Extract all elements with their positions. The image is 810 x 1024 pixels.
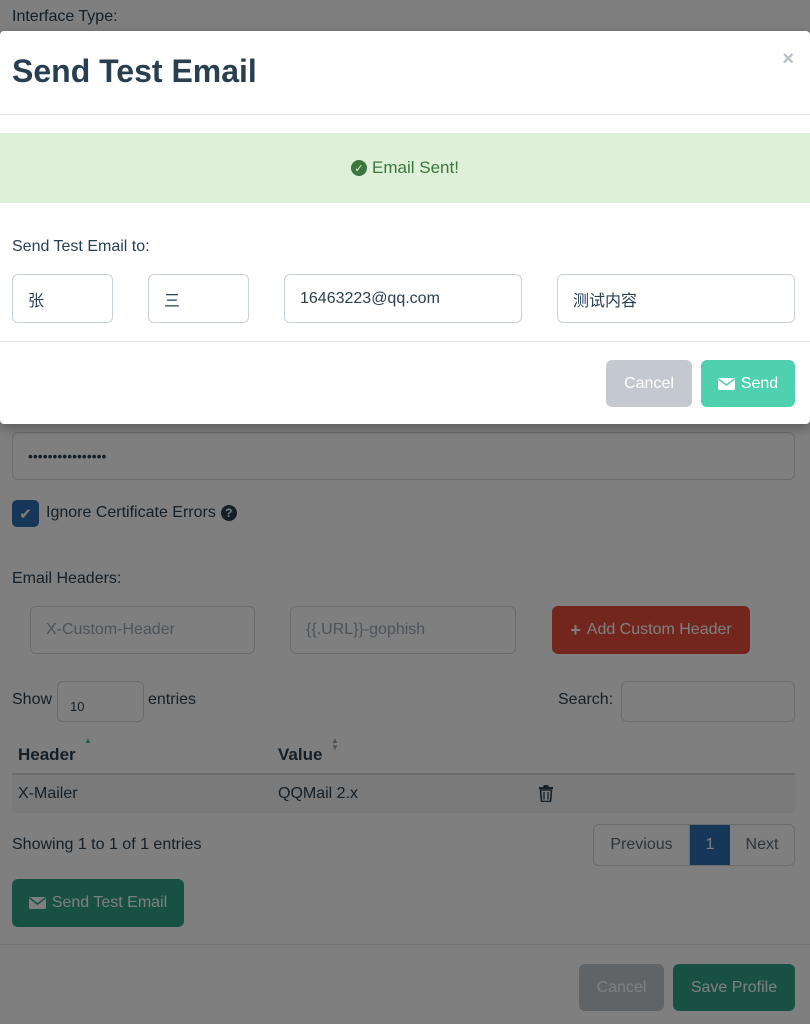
modal-title: Send Test Email [12, 53, 257, 89]
modal-send-button[interactable]: Send [701, 360, 795, 407]
send-to-label: Send Test Email to: [12, 238, 150, 255]
success-alert: ✓ Email Sent! [0, 133, 810, 203]
modal-footer-divider [0, 341, 810, 342]
close-icon[interactable]: × [782, 48, 794, 71]
last-name-input[interactable]: 三 [148, 274, 249, 323]
send-label: Send [740, 374, 779, 392]
modal-header-divider [0, 114, 810, 115]
check-circle-icon: ✓ [351, 160, 368, 176]
position-input[interactable]: 测试内容 [557, 274, 795, 323]
modal-cancel-button[interactable]: Cancel [606, 360, 692, 407]
send-test-email-modal: Send Test Email × ✓ Email Sent! Send Tes… [0, 31, 810, 424]
alert-message: Email Sent! [372, 158, 459, 177]
email-input[interactable]: 16463223@qq.com [284, 274, 522, 323]
envelope-icon [717, 377, 735, 390]
first-name-input[interactable]: 张 [12, 274, 113, 323]
